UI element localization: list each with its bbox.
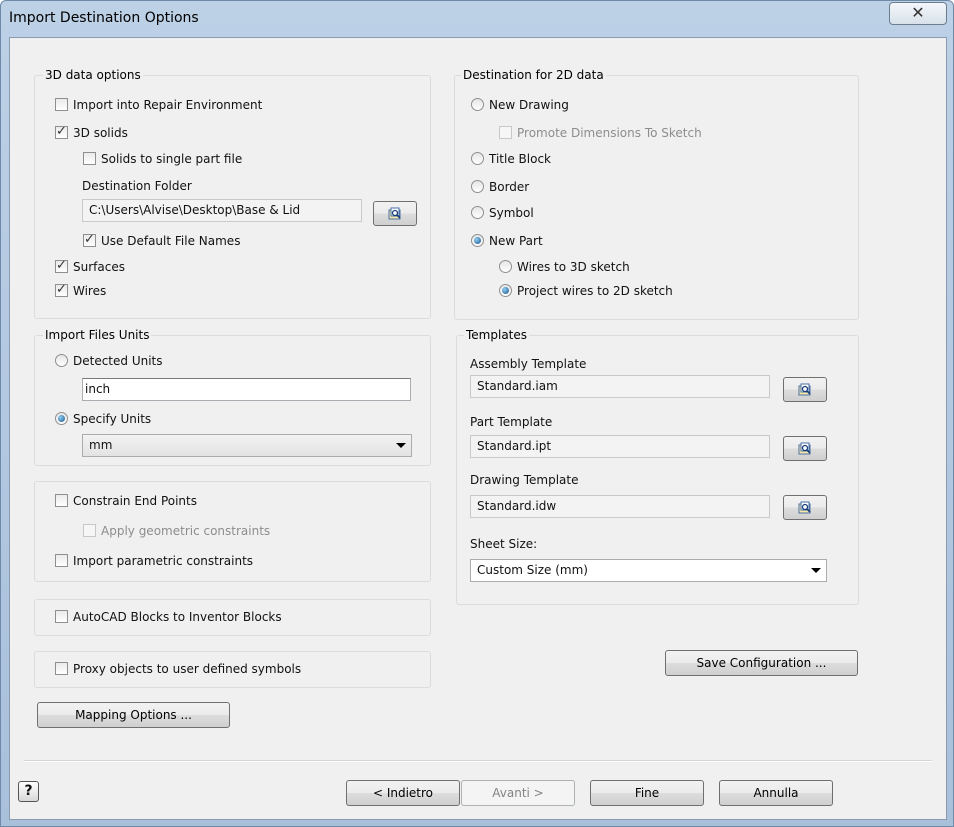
- geometric-constraints-label: Apply geometric constraints: [101, 524, 271, 538]
- default-file-names-label[interactable]: Use Default File Names: [101, 234, 240, 248]
- specify-units-dropdown[interactable]: mm: [82, 434, 412, 457]
- symbol-radio[interactable]: [471, 206, 484, 219]
- drawing-template-field[interactable]: Standard.idw: [470, 495, 770, 518]
- promote-dimensions-label: Promote Dimensions To Sketch: [517, 126, 702, 140]
- folder-browse-icon: [798, 442, 811, 454]
- symbol-label[interactable]: Symbol: [489, 206, 534, 220]
- wires-3d-sketch-label[interactable]: Wires to 3D sketch: [517, 260, 630, 274]
- wires-label[interactable]: Wires: [73, 284, 106, 298]
- import-repair-checkbox[interactable]: [55, 98, 68, 111]
- promote-dimensions-checkbox[interactable]: [499, 126, 512, 139]
- border-label[interactable]: Border: [489, 180, 529, 194]
- default-file-names-checkbox[interactable]: [83, 232, 96, 247]
- save-configuration-button[interactable]: Save Configuration ...: [665, 650, 858, 676]
- new-part-label[interactable]: New Part: [489, 234, 543, 248]
- help-icon: ?: [24, 783, 33, 799]
- parametric-constraints-label[interactable]: Import parametric constraints: [73, 554, 253, 568]
- dialog-window: Import Destination Options ✕ 3D data opt…: [0, 0, 954, 827]
- dialog-title: Import Destination Options: [9, 10, 199, 26]
- folder-browse-icon: [388, 207, 401, 219]
- chevron-down-icon: [811, 568, 821, 573]
- browse-drawing-template-button[interactable]: [783, 495, 827, 520]
- import-repair-label[interactable]: Import into Repair Environment: [73, 98, 262, 112]
- finish-button[interactable]: Fine: [590, 780, 704, 806]
- single-part-checkbox[interactable]: [83, 152, 96, 165]
- detected-units-label[interactable]: Detected Units: [73, 354, 163, 368]
- project-2d-sketch-radio[interactable]: [499, 284, 512, 297]
- assembly-template-field[interactable]: Standard.iam: [470, 375, 770, 398]
- close-icon: ✕: [911, 3, 925, 22]
- detected-units-radio[interactable]: [55, 354, 68, 367]
- autocad-blocks-checkbox[interactable]: [55, 610, 68, 623]
- part-template-label: Part Template: [470, 415, 553, 429]
- legend-3d-data-options: 3D data options: [43, 68, 143, 82]
- border-radio[interactable]: [471, 180, 484, 193]
- title-block-radio[interactable]: [471, 152, 484, 165]
- autocad-blocks-label[interactable]: AutoCAD Blocks to Inventor Blocks: [73, 610, 282, 624]
- mapping-options-button[interactable]: Mapping Options ...: [37, 702, 230, 728]
- cancel-button[interactable]: Annulla: [719, 780, 833, 806]
- footer-divider: [24, 760, 932, 762]
- project-2d-sketch-label[interactable]: Project wires to 2D sketch: [517, 284, 673, 298]
- new-part-radio[interactable]: [471, 234, 484, 247]
- folder-browse-icon: [798, 501, 811, 513]
- legend-templates: Templates: [464, 328, 530, 342]
- wires-3d-sketch-radio[interactable]: [499, 260, 512, 273]
- specify-units-value: mm: [89, 438, 113, 452]
- geometric-constraints-checkbox[interactable]: [83, 524, 96, 537]
- destination-folder-label: Destination Folder: [82, 179, 192, 193]
- browse-assembly-template-button[interactable]: [783, 377, 827, 402]
- folder-browse-icon: [798, 383, 811, 395]
- back-button[interactable]: < Indietro: [346, 780, 460, 806]
- title-bar[interactable]: Import Destination Options ✕: [1, 1, 954, 37]
- legend-destination-2d: Destination for 2D data: [461, 68, 606, 82]
- title-block-label[interactable]: Title Block: [489, 152, 551, 166]
- sheet-size-value: Custom Size (mm): [477, 563, 588, 577]
- browse-folder-button[interactable]: [373, 201, 417, 226]
- sheet-size-label: Sheet Size:: [470, 537, 538, 551]
- 3d-solids-label[interactable]: 3D solids: [73, 126, 128, 140]
- surfaces-checkbox[interactable]: [55, 258, 68, 273]
- constrain-end-points-label[interactable]: Constrain End Points: [73, 494, 197, 508]
- legend-import-units: Import Files Units: [43, 328, 152, 342]
- single-part-label[interactable]: Solids to single part file: [101, 152, 242, 166]
- dialog-client-area: 3D data options Import into Repair Envir…: [9, 37, 947, 820]
- surfaces-label[interactable]: Surfaces: [73, 260, 125, 274]
- parametric-constraints-checkbox[interactable]: [55, 554, 68, 567]
- sheet-size-dropdown[interactable]: Custom Size (mm): [470, 559, 827, 582]
- proxy-objects-label[interactable]: Proxy objects to user defined symbols: [73, 662, 301, 676]
- help-button[interactable]: ?: [18, 781, 39, 802]
- close-button[interactable]: ✕: [889, 2, 947, 25]
- 3d-solids-checkbox[interactable]: [55, 124, 68, 139]
- constrain-end-points-checkbox[interactable]: [55, 494, 68, 507]
- new-drawing-label[interactable]: New Drawing: [489, 98, 569, 112]
- detected-units-field[interactable]: inch: [82, 378, 411, 401]
- specify-units-radio[interactable]: [55, 412, 68, 425]
- specify-units-label[interactable]: Specify Units: [73, 412, 151, 426]
- next-button[interactable]: Avanti >: [461, 780, 575, 806]
- drawing-template-label: Drawing Template: [470, 473, 579, 487]
- proxy-objects-checkbox[interactable]: [55, 662, 68, 675]
- wires-checkbox[interactable]: [55, 282, 68, 297]
- destination-folder-field[interactable]: C:\Users\Alvise\Desktop\Base & Lid: [82, 199, 362, 222]
- new-drawing-radio[interactable]: [471, 98, 484, 111]
- browse-part-template-button[interactable]: [783, 436, 827, 461]
- part-template-field[interactable]: Standard.ipt: [470, 435, 770, 458]
- assembly-template-label: Assembly Template: [470, 357, 587, 371]
- chevron-down-icon: [396, 443, 406, 448]
